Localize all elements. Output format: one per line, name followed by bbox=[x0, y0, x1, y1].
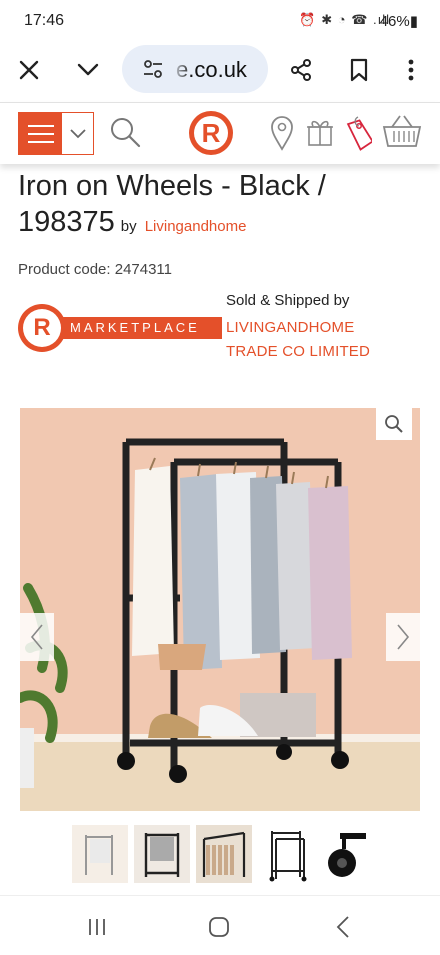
status-icons: ⏰ ✱ ◔ ☎ .ıll bbox=[299, 12, 390, 27]
system-nav-bar bbox=[0, 895, 440, 955]
thumbnail[interactable] bbox=[258, 825, 314, 883]
basket-icon[interactable] bbox=[382, 113, 422, 149]
location-pin-icon[interactable] bbox=[270, 115, 294, 151]
previous-image-button[interactable] bbox=[20, 613, 54, 661]
marketplace-label: MARKETPLACE bbox=[52, 317, 222, 339]
thumbnail[interactable] bbox=[134, 825, 190, 883]
status-time: 17:46 bbox=[24, 12, 65, 29]
by-label: by bbox=[120, 218, 137, 235]
address-bar[interactable]: e.co.uk bbox=[122, 45, 268, 93]
seller-name-line-1: LIVINGANDHOME bbox=[226, 319, 355, 336]
status-bar: 17:46 ⏰ ✱ ◔ ☎ .ıll 46%▮ bbox=[0, 0, 440, 40]
recent-apps-icon[interactable] bbox=[82, 914, 112, 940]
marketplace-logo-letter: R bbox=[23, 309, 61, 347]
bookmark-icon[interactable] bbox=[342, 53, 376, 87]
url-fade bbox=[162, 53, 192, 85]
product-image-gallery[interactable] bbox=[20, 408, 420, 811]
logo-letter: R bbox=[202, 118, 221, 148]
site-header: R bbox=[0, 102, 440, 164]
page: 17:46 ⏰ ✱ ◔ ☎ .ıll 46%▮ e.co.uk R Iron o… bbox=[0, 0, 440, 955]
product-image bbox=[20, 408, 420, 811]
share-icon[interactable] bbox=[284, 53, 318, 87]
seller-name-line-2: TRADE CO LIMITED bbox=[226, 343, 371, 360]
seller-name[interactable]: LIVINGANDHOME TRADE CO LIMITED bbox=[226, 316, 426, 364]
thumbnail[interactable] bbox=[196, 825, 252, 883]
menu-button[interactable] bbox=[18, 112, 94, 155]
browser-toolbar: e.co.uk bbox=[0, 40, 440, 102]
thumbnail-strip bbox=[72, 825, 376, 883]
marketplace-badge: R MARKETPLACE bbox=[18, 304, 222, 352]
menu-icon bbox=[19, 113, 62, 154]
site-logo[interactable]: R bbox=[187, 109, 235, 157]
chevron-left-icon bbox=[30, 624, 43, 650]
chevron-down-icon[interactable] bbox=[71, 53, 105, 87]
sold-by-label: Sold & Shipped by bbox=[226, 292, 350, 309]
more-vert-icon[interactable] bbox=[394, 53, 428, 87]
close-icon[interactable] bbox=[12, 53, 46, 87]
chevron-down-icon bbox=[62, 113, 93, 154]
search-icon[interactable] bbox=[108, 115, 142, 149]
thumbnail[interactable] bbox=[320, 825, 376, 883]
back-icon[interactable] bbox=[328, 914, 358, 940]
marketplace-logo: R bbox=[18, 304, 66, 352]
title-line-3: 198375 by Livingandhome bbox=[18, 204, 428, 245]
zoom-icon[interactable] bbox=[376, 408, 412, 440]
tag-icon[interactable] bbox=[342, 115, 372, 151]
product-code: Product code: 2474311 bbox=[18, 261, 173, 278]
thumbnail[interactable] bbox=[72, 825, 128, 883]
battery-indicator: 46%▮ bbox=[379, 13, 418, 30]
seller-link[interactable]: Livingandhome bbox=[145, 218, 247, 235]
tune-icon[interactable] bbox=[142, 59, 164, 84]
gift-icon[interactable] bbox=[306, 117, 334, 147]
title-line-2: Iron on Wheels - Black / bbox=[18, 170, 326, 202]
next-image-button[interactable] bbox=[386, 613, 420, 661]
title-line-3-text: 198375 bbox=[18, 206, 115, 238]
chevron-right-icon bbox=[397, 624, 410, 650]
home-icon[interactable] bbox=[204, 914, 234, 940]
